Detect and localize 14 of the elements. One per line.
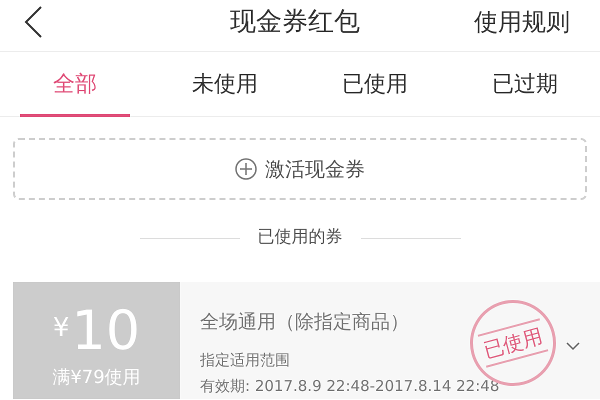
- activate-coupon-button[interactable]: 激活现金券: [13, 138, 587, 200]
- tab[interactable]: 已过期: [450, 52, 600, 116]
- currency-symbol: ¥: [52, 312, 70, 345]
- chevron-down-icon[interactable]: [566, 342, 580, 351]
- tab[interactable]: 已使用: [300, 52, 450, 116]
- coupon-scope: 指定适用范围: [200, 350, 290, 370]
- section-heading: 已使用的券: [258, 226, 342, 250]
- plus-circle-icon: [235, 158, 257, 180]
- rules-link[interactable]: 使用规则: [474, 4, 570, 40]
- tab[interactable]: 全部: [0, 52, 150, 116]
- tab[interactable]: 未使用: [150, 52, 300, 116]
- coupon-title: 全场通用（除指定商品）: [200, 310, 410, 335]
- back-icon: [22, 5, 44, 39]
- page-title: 现金券红包: [230, 6, 360, 39]
